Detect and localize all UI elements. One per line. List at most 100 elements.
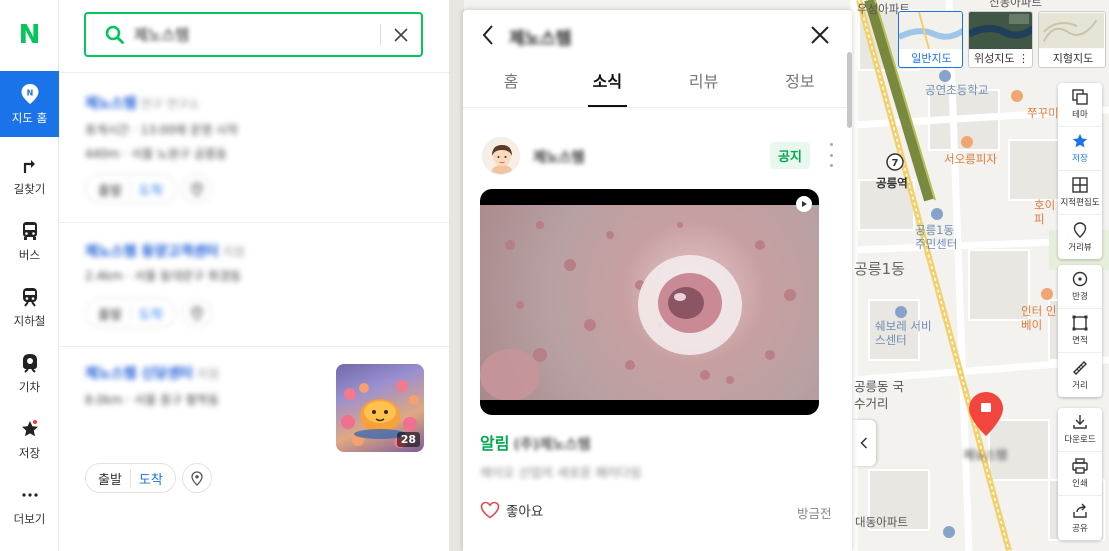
like-label: 좋아요 (506, 504, 544, 520)
distance-button[interactable]: 거리 (1058, 353, 1102, 397)
maptype-terrain[interactable]: 지형지도 (1038, 11, 1106, 68)
clear-search-button[interactable] (381, 15, 421, 55)
result-title[interactable]: 제노스템 신당센터 지점 (85, 363, 219, 383)
close-icon (394, 27, 408, 42)
detail-header: 제노스템 (463, 10, 852, 62)
notification-dot (33, 420, 37, 424)
post-more-button[interactable] (828, 143, 834, 167)
radius-icon (1072, 271, 1088, 287)
location-pin-icon (191, 305, 203, 321)
save-map-button[interactable]: 저장 (1058, 127, 1102, 171)
tab-reviews[interactable]: 리뷰 (656, 62, 752, 107)
arrive-button[interactable]: 도착 (129, 179, 163, 199)
rail-item-directions[interactable]: 길찾기 (0, 142, 59, 208)
map-export-group: 다운로드 인쇄 공유 (1058, 408, 1102, 540)
arrive-button[interactable]: 도착 (129, 303, 163, 323)
tab-info[interactable]: 정보 (752, 62, 848, 107)
tool-label: 인쇄 (1072, 479, 1088, 489)
share-button[interactable]: 공유 (1058, 496, 1102, 540)
location-button[interactable] (181, 463, 212, 493)
streetview-icon (1073, 221, 1087, 238)
naver-logo[interactable]: N (0, 0, 59, 70)
map-label: 공연초등학교 (925, 83, 989, 97)
result-thumbnail[interactable]: 28 (336, 364, 424, 452)
star-icon (19, 418, 41, 440)
depart-button[interactable]: 출발 (98, 180, 122, 199)
rail-item-saved[interactable]: 저장 (0, 406, 59, 472)
notice-source: (주)제노스템 (513, 437, 591, 453)
rail-item-more[interactable]: 더보기 (0, 472, 59, 538)
place-marker[interactable] (967, 390, 1005, 438)
tool-label: 거리 (1072, 380, 1088, 391)
rail-label: 기차 (18, 379, 41, 394)
post-header: 제노스템 공지 (480, 137, 834, 175)
search-box (84, 12, 423, 57)
collapse-panel-button[interactable] (852, 420, 876, 466)
post-author[interactable]: 제노스템 (533, 147, 585, 167)
maptype-normal[interactable]: 일반지도 (898, 11, 963, 68)
maptype-label: 일반지도 (911, 52, 952, 65)
download-button[interactable]: 다운로드 (1058, 408, 1102, 452)
post-heading[interactable]: 알림 (주)제노스템 (480, 430, 591, 454)
map-label: 공릉역 (876, 176, 908, 190)
rail-label: 지도 홈 (11, 110, 48, 125)
satellite-map-thumb (969, 12, 1032, 49)
map-pin-icon: N (19, 83, 41, 105)
rail-item-map-home[interactable]: N 지도 홈 (0, 71, 59, 137)
svg-text:N: N (26, 88, 33, 97)
tab-news[interactable]: 소식 (559, 62, 655, 107)
result-title[interactable]: 제노스템 동양고객센터 지점 (85, 241, 245, 261)
close-detail-button[interactable] (807, 22, 833, 48)
result-item[interactable]: 제노스템 연구 연구소 휴게시간 · 13:00에 운영 시작 440m · 서울… (59, 73, 449, 223)
arrive-button[interactable]: 도착 (129, 468, 163, 488)
rail-item-train[interactable]: 기차 (0, 340, 59, 406)
scrollbar-thumb[interactable] (847, 52, 852, 128)
detail-title: 제노스템 (509, 29, 572, 49)
map-label: 인터 인베이 (1021, 304, 1057, 332)
rail-item-subway[interactable]: 지하철 (0, 274, 59, 340)
cadastral-button[interactable]: 지적편집도 (1058, 171, 1102, 215)
post-video[interactable] (480, 189, 819, 415)
map-measure-group: 반경 면적 거리 (1058, 265, 1102, 397)
tool-label: 면적 (1072, 336, 1088, 346)
streetview-button[interactable]: 거리뷰 (1058, 215, 1102, 259)
post-body: 제이오 산업의 새로운 패러다임 (480, 465, 642, 480)
video-play-button[interactable] (796, 196, 812, 212)
chevron-left-icon (860, 437, 868, 449)
heart-icon (480, 501, 500, 519)
tool-label: 반경 (1072, 292, 1088, 302)
result-item[interactable]: 제노스템 동양고객센터 지점 2.4km · 서울 동대문구 휘경동 출발 도착 (59, 223, 449, 347)
download-icon (1073, 415, 1087, 429)
rail-item-bus[interactable]: 버스 (0, 208, 59, 274)
marker-label: 제노스템 (963, 448, 1008, 462)
tab-home[interactable]: 홈 (463, 62, 559, 107)
result-title[interactable]: 제노스템 연구 연구소 (85, 93, 200, 113)
location-button[interactable] (181, 174, 212, 204)
result-actions: 출발 도착 (85, 463, 212, 493)
radius-button[interactable]: 반경 (1058, 265, 1102, 309)
search-panel: 제노스템연구 연구소 휴게시간 · 13:00에 운영 시작 440m · 서울… (59, 0, 449, 551)
print-button[interactable]: 인쇄 (1058, 452, 1102, 496)
logo-text: N (18, 20, 41, 50)
depart-button[interactable]: 출발 (98, 469, 122, 488)
tool-label: 공유 (1072, 523, 1088, 534)
tool-label: 테마 (1072, 110, 1088, 120)
maptype-satellite[interactable]: 위성지도 ⋮ (968, 11, 1033, 68)
photo-count: 28 (396, 432, 420, 447)
post-time: 방금전 (797, 506, 832, 521)
notice-badge: 공지 (770, 142, 810, 169)
theme-button[interactable]: 테마 (1058, 83, 1102, 127)
search-input[interactable] (134, 25, 364, 44)
route-pill: 출발 도착 (85, 174, 176, 204)
location-button[interactable] (181, 298, 212, 328)
place-detail-panel: 제노스템 홈 소식 리뷰 정보 제노스템 공지 알림 (주)제노스템 제이오 산… (463, 10, 852, 551)
back-button[interactable] (475, 22, 501, 48)
depart-button[interactable]: 출발 (98, 304, 122, 323)
maptype-label: 지형지도 (1052, 52, 1094, 65)
like-button[interactable]: 좋아요 (480, 500, 543, 520)
more-icon (19, 484, 41, 506)
video-still (480, 221, 796, 401)
area-button[interactable]: 면적 (1058, 309, 1102, 353)
route-pill: 출발 도착 (85, 298, 176, 328)
author-avatar[interactable] (482, 137, 520, 175)
